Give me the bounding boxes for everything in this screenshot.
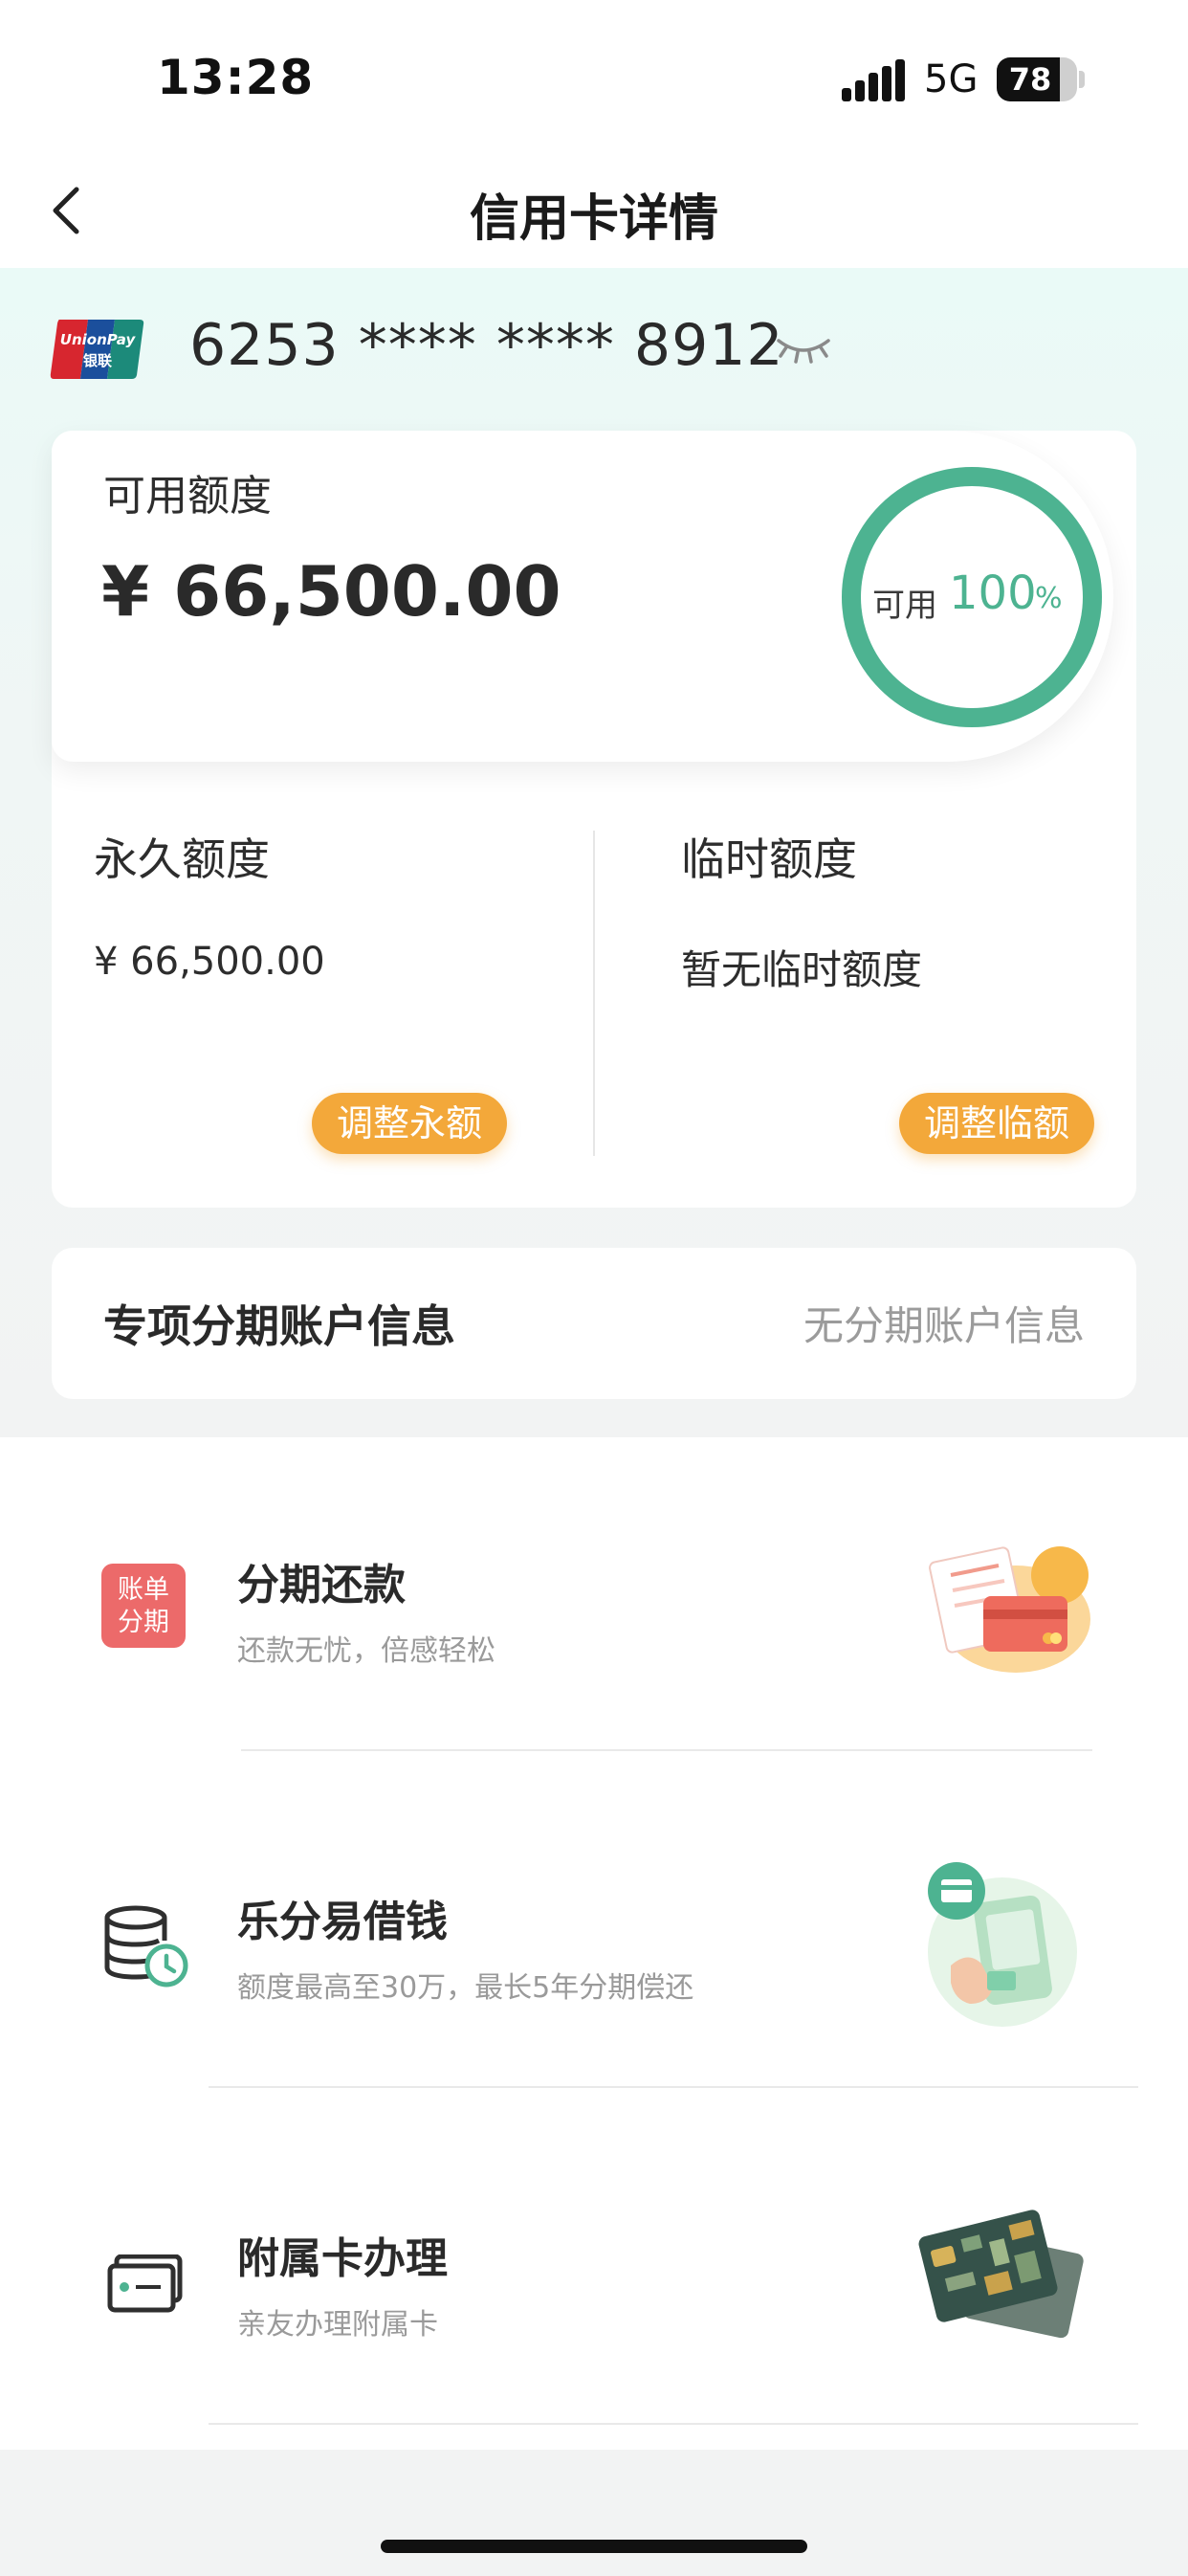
eye-closed-icon[interactable] (775, 331, 832, 366)
service-title-installment-repay[interactable]: 分期还款 (237, 1550, 406, 1611)
service-divider (209, 2423, 1138, 2425)
ring-percent-unit: % (1035, 582, 1063, 615)
ring-percent-value: 100 (949, 566, 1037, 620)
adjust-temporary-limit-button[interactable]: 调整临额 (899, 1093, 1094, 1154)
service-divider (241, 1749, 1092, 1751)
status-time: 13:28 (157, 50, 315, 105)
service-title-borrow[interactable]: 乐分易借钱 (237, 1887, 448, 1948)
installment-account-value: 无分期账户信息 (803, 1302, 1085, 1349)
service-divider (209, 2086, 1138, 2088)
svg-text:分期: 分期 (118, 1608, 169, 1637)
service-subtitle-supplementary-card: 亲友办理附属卡 (237, 2308, 438, 2342)
card-icon (107, 2254, 183, 2313)
battery-percent: 78 (1008, 61, 1052, 98)
card-number: 6253 **** **** 8912 (189, 312, 784, 379)
svg-text:账单: 账单 (118, 1575, 169, 1605)
phone-payment-illustration (928, 1862, 1077, 2027)
available-limit-title: 可用额度 (103, 472, 272, 521)
unionpay-logo: UnionPay 银联 (50, 320, 144, 379)
adjust-permanent-limit-button[interactable]: 调整永额 (312, 1093, 507, 1154)
battery-tip (1079, 71, 1085, 88)
svg-text:银联: 银联 (83, 352, 113, 369)
page-title: 信用卡详情 (469, 190, 718, 248)
ring-label: 可用 (872, 587, 937, 625)
home-indicator (381, 2540, 807, 2553)
service-title-supplementary-card[interactable]: 附属卡办理 (237, 2224, 448, 2285)
svg-text:UnionPay: UnionPay (60, 331, 137, 348)
service-subtitle-installment-repay: 还款无忧，倍感轻松 (237, 1634, 495, 1668)
service-subtitle-borrow: 额度最高至30万，最长5年分期偿还 (237, 1971, 694, 2005)
network-label: 5G (924, 57, 979, 101)
temporary-limit-title: 临时额度 (681, 833, 857, 885)
bill-installment-icon: 账单 分期 (101, 1564, 186, 1648)
available-limit-amount: ¥ 66,500.00 (101, 551, 561, 632)
battery-icon: 78 (997, 57, 1077, 101)
coins-clock-icon (104, 1905, 188, 1988)
permanent-limit-amount: ¥ 66,500.00 (94, 940, 325, 984)
installment-account-label: 专项分期账户信息 (103, 1300, 455, 1352)
signal-icon (842, 59, 905, 101)
temporary-limit-amount: 暂无临时额度 (681, 946, 923, 993)
bill-card-illustration (929, 1546, 1090, 1673)
supplementary-cards-illustration (918, 2210, 1084, 2339)
permanent-limit-title: 永久额度 (94, 833, 270, 885)
limit-divider (593, 831, 595, 1156)
